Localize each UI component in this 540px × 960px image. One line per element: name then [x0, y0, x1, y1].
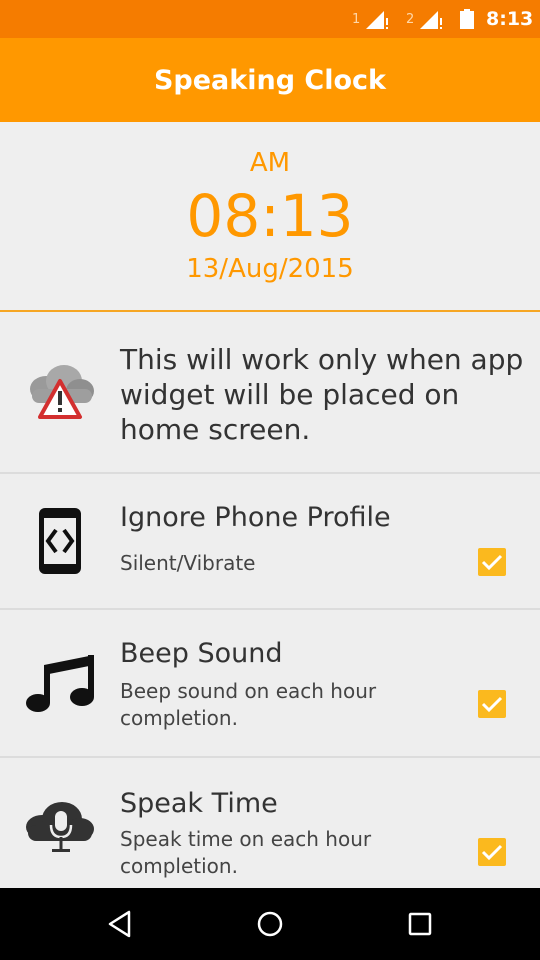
- recents-button[interactable]: [400, 906, 440, 942]
- setting-title: Speak Time: [120, 788, 278, 819]
- cloud-microphone-icon: [22, 794, 98, 864]
- sim2-signal: 2: [406, 8, 446, 30]
- signal-icon: [420, 11, 442, 29]
- clock-date: 13/Aug/2015: [186, 254, 354, 284]
- beep-sound-checkbox[interactable]: [478, 690, 506, 718]
- recents-icon: [408, 912, 432, 936]
- back-icon: [108, 910, 131, 938]
- back-button[interactable]: [100, 906, 140, 942]
- info-row: This will work only when app widget will…: [0, 312, 540, 474]
- speak-time-checkbox[interactable]: [478, 838, 506, 866]
- check-icon: [481, 696, 503, 713]
- info-text: This will work only when app widget will…: [120, 343, 524, 446]
- setting-speak-time[interactable]: Speak Time Speak time on each hour compl…: [0, 758, 540, 898]
- setting-ignore-phone-profile[interactable]: Ignore Phone Profile Silent/Vibrate: [0, 474, 540, 610]
- check-icon: [481, 844, 503, 861]
- ignore-profile-checkbox[interactable]: [478, 548, 506, 576]
- sim1-signal: 1: [352, 8, 392, 30]
- setting-subtitle: Silent/Vibrate: [120, 551, 256, 575]
- app-title: Speaking Clock: [153, 64, 387, 96]
- music-note-icon: [22, 648, 98, 718]
- app-bar: Speaking Clock: [0, 38, 540, 122]
- setting-title: Ignore Phone Profile: [120, 502, 391, 533]
- battery-icon: [460, 9, 474, 29]
- ampm-label: AM: [249, 148, 291, 178]
- nav-bar: [0, 888, 540, 960]
- sim2-label: 2: [406, 12, 415, 27]
- setting-beep-sound[interactable]: Beep Sound Beep sound on each hour compl…: [0, 610, 540, 758]
- status-bar: 1 2 8:13: [0, 0, 540, 38]
- setting-title: Beep Sound: [120, 638, 283, 669]
- clock-time: 08:13: [186, 182, 354, 250]
- phone-code-icon: [22, 506, 98, 576]
- home-icon: [257, 911, 283, 937]
- cloud-warning-icon: [22, 356, 98, 426]
- sim1-label: 1: [352, 12, 361, 27]
- clock-panel: AM 08:13 13/Aug/2015: [0, 122, 540, 312]
- status-time: 8:13: [486, 8, 534, 30]
- setting-subtitle: Speak time on each hour completion.: [120, 827, 372, 878]
- home-button[interactable]: [250, 906, 290, 942]
- check-icon: [481, 554, 503, 571]
- signal-icon: [366, 11, 388, 29]
- setting-subtitle: Beep sound on each hour completion.: [120, 679, 377, 730]
